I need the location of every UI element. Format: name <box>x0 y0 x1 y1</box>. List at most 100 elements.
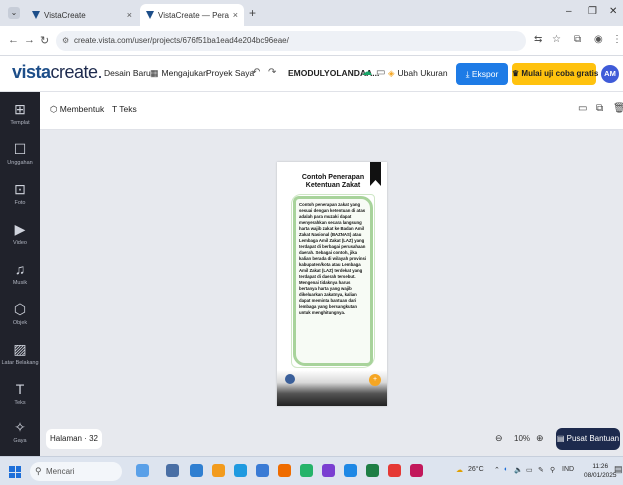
new-tab-button[interactable]: + <box>249 6 256 20</box>
tab-vistacreate[interactable]: VistaCreate × <box>26 4 138 26</box>
close-window-icon[interactable]: ✕ <box>609 6 617 17</box>
notifications-icon[interactable]: ▤ <box>614 464 623 475</box>
clock-time: 11:26 <box>592 463 609 470</box>
location-icon[interactable]: ⚲ <box>550 466 555 474</box>
taskbar-search[interactable]: Mencari <box>30 462 122 481</box>
back-icon[interactable]: ← <box>8 34 19 46</box>
minimize-icon[interactable]: – <box>566 6 572 17</box>
undo-icon[interactable]: ↶ <box>252 67 260 78</box>
vistacreate-logo[interactable]: vistacreate. <box>12 62 103 83</box>
tab-vistacreate-editor[interactable]: VistaCreate — Perangkat Lunak × <box>140 4 244 26</box>
logo-create: create. <box>50 62 103 82</box>
zoom-out-icon[interactable]: ⊖ <box>495 433 503 444</box>
input-language[interactable]: IND <box>562 466 574 473</box>
comment-icon[interactable]: ▭ <box>578 103 587 114</box>
sidebar-item-label: Foto <box>14 200 26 206</box>
tab-close-icon[interactable]: × <box>127 10 132 20</box>
weather-temp[interactable]: 26°C <box>468 466 484 473</box>
tray-chevron-icon[interactable]: ⌃ <box>494 466 500 474</box>
extensions-icon[interactable]: ⧉ <box>574 34 581 45</box>
add-element-icon[interactable]: + <box>369 374 381 386</box>
excel-icon[interactable] <box>366 464 379 477</box>
weather-widget-icon[interactable] <box>136 464 149 477</box>
sidebar-item-objects[interactable]: ⬡ Objek <box>0 296 40 336</box>
shape-button[interactable]: ⬡ Membentuk <box>50 104 104 115</box>
sidebar-item-label: Gaya <box>13 438 27 444</box>
resize-button[interactable]: Ubah Ukuran <box>388 68 448 79</box>
pen-icon[interactable]: ✎ <box>538 466 544 474</box>
comment-icon[interactable]: ▭ <box>376 67 385 78</box>
duplicate-icon[interactable]: ⧉ <box>596 103 603 114</box>
sidebar-item-text[interactable]: T Teks <box>0 376 40 416</box>
help-center-button[interactable]: ▤ Pusat Bantuan <box>556 428 620 450</box>
styles-icon: ✧ <box>14 419 26 435</box>
help-icon: ▤ <box>556 434 567 443</box>
trial-label: Mulai uji coba gratis <box>521 69 599 78</box>
tab-title: VistaCreate — Perangkat Lunak <box>158 10 229 20</box>
profile-icon[interactable]: ◉ <box>594 34 603 45</box>
forward-icon[interactable]: → <box>24 34 35 46</box>
page-heading[interactable]: Contoh Penerapan Ketentuan Zakat <box>291 174 375 190</box>
taskbar-clock[interactable]: 11:26 08/01/2025 <box>584 462 617 480</box>
browser-tab-bar: ⌄ VistaCreate × VistaCreate — Perangkat … <box>0 0 623 26</box>
trash-icon[interactable]: 🗑 <box>613 103 623 114</box>
store-icon[interactable] <box>212 464 225 477</box>
sidebar-item-templates[interactable]: ⊞ Templat <box>0 96 40 136</box>
sidebar-item-music[interactable]: ♫ Musik <box>0 256 40 296</box>
shape-icon: ⬡ <box>50 104 60 114</box>
logo-vista: vista <box>12 62 51 82</box>
volume-icon[interactable]: 🔈 <box>514 466 523 474</box>
file-explorer-icon[interactable] <box>190 464 203 477</box>
zoom-level[interactable]: 10% <box>514 434 530 443</box>
crown-icon: ♛ <box>512 69 522 78</box>
task-view-icon[interactable] <box>166 464 179 477</box>
export-button[interactable]: ⤓ Ekspor <box>456 63 508 85</box>
menu-submit[interactable]: Mengajukan <box>150 68 208 79</box>
mail-icon[interactable] <box>256 464 269 477</box>
url-field[interactable]: ⚙ create.vista.com/user/projects/676f51b… <box>56 31 526 51</box>
sidebar-item-background[interactable]: ▨ Latar Belakang <box>0 336 40 376</box>
sidebar-item-label: Latar Belakang <box>1 360 39 366</box>
app-header: vistacreate. Desain Baru Mengajukan Proy… <box>0 56 623 92</box>
site-info-icon[interactable]: ⚙ <box>62 31 69 51</box>
menu-my-projects[interactable]: Proyek Saya <box>206 68 254 78</box>
translate-icon[interactable]: ⇆ <box>534 34 542 45</box>
editor-toolbar: ⬡ Membentuk T Teks ▭ ⧉ 🗑 <box>40 92 623 130</box>
chrome-icon[interactable] <box>388 464 401 477</box>
app-icon[interactable] <box>322 464 335 477</box>
page-body-text[interactable]: Contoh penerapan zakat yang sesuai denga… <box>299 202 369 316</box>
whatsapp-icon[interactable] <box>300 464 313 477</box>
left-sidebar: ⊞ Templat ☐ Unggahan ⊡ Foto ▶ Video ♫ Mu… <box>0 92 40 456</box>
battery-icon[interactable]: ▭ <box>526 466 533 474</box>
sidebar-item-uploads[interactable]: ☐ Unggahan <box>0 136 40 176</box>
canvas-area[interactable]: Contoh Penerapan Ketentuan Zakat Contoh … <box>40 130 623 426</box>
sidebar-item-label: Musik <box>12 280 28 286</box>
text-button[interactable]: T Teks <box>112 104 137 114</box>
restore-icon[interactable]: ❐ <box>588 6 597 17</box>
browser-menu-icon[interactable]: ⋮ <box>612 34 622 45</box>
clock-date: 08/01/2025 <box>584 472 617 479</box>
sidebar-item-video[interactable]: ▶ Video <box>0 216 40 256</box>
text-label: Teks <box>119 104 137 114</box>
bookmark-star-icon[interactable]: ☆ <box>552 34 561 45</box>
sidebar-item-styles[interactable]: ✧ Gaya <box>0 414 40 454</box>
sidebar-item-label: Video <box>13 240 27 246</box>
design-page[interactable]: Contoh Penerapan Ketentuan Zakat Contoh … <box>277 162 387 406</box>
app-icon[interactable] <box>410 464 423 477</box>
pages-button[interactable]: Halaman · 32 <box>46 429 102 449</box>
free-trial-button[interactable]: ♛ Mulai uji coba gratis <box>512 63 599 85</box>
edge-icon[interactable] <box>234 464 247 477</box>
tab-close-icon[interactable]: × <box>233 10 238 20</box>
network-icon[interactable]: ◐ <box>504 466 508 473</box>
tab-search-icon[interactable]: ⌄ <box>8 7 20 19</box>
avatar[interactable]: AM <box>601 65 619 83</box>
menu-new-design[interactable]: Desain Baru <box>104 68 151 78</box>
windows-start-icon[interactable] <box>9 466 21 478</box>
redo-icon[interactable]: ↷ <box>268 67 276 78</box>
page-count: 32 <box>89 434 99 443</box>
zoom-in-icon[interactable]: ⊕ <box>536 433 544 444</box>
app-icon[interactable] <box>278 464 291 477</box>
word-icon[interactable] <box>344 464 357 477</box>
reload-icon[interactable]: ↻ <box>40 34 49 47</box>
sidebar-item-photos[interactable]: ⊡ Foto <box>0 176 40 216</box>
